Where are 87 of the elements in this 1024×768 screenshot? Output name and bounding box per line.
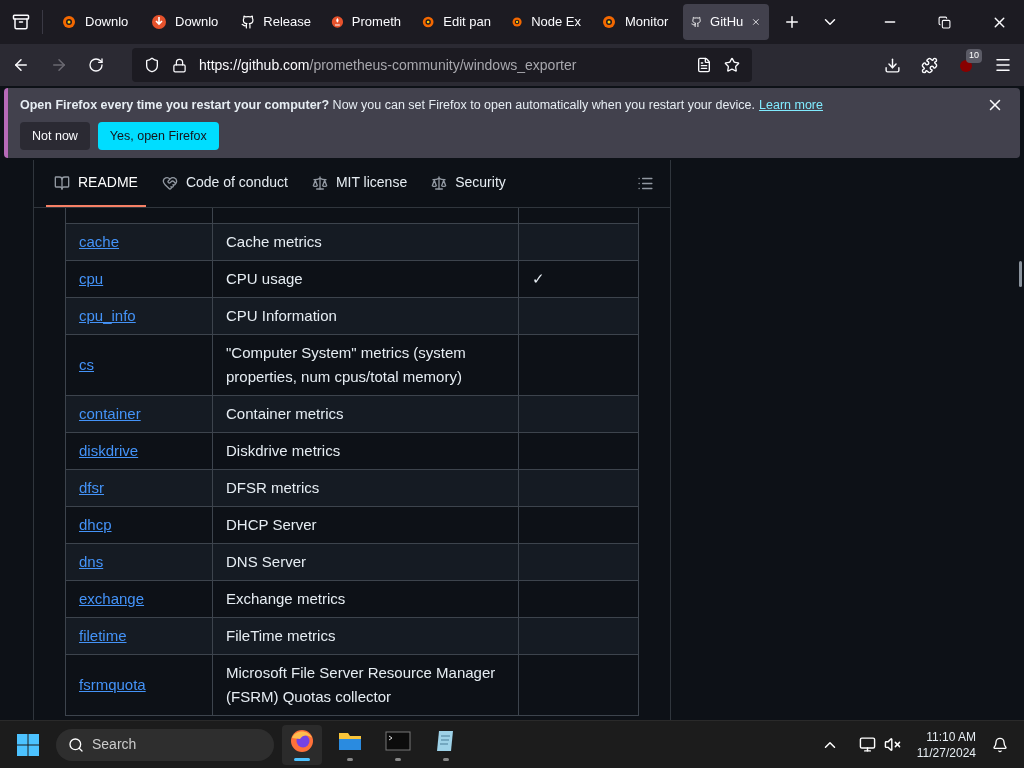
scale-icon (311, 174, 328, 191)
download-icon[interactable] (884, 56, 901, 74)
readme-tab[interactable]: Code of conduct (153, 160, 296, 207)
windows-logo-icon[interactable] (16, 732, 40, 757)
tab-list-icon[interactable] (12, 13, 30, 31)
star-icon[interactable] (724, 57, 740, 73)
collector-link[interactable]: cpu (79, 267, 104, 291)
readme-tab[interactable]: MIT license (303, 160, 416, 207)
browser-tab[interactable]: GitHu (683, 4, 769, 40)
readme-tab[interactable]: README (46, 160, 146, 207)
bell-icon[interactable] (992, 736, 1008, 753)
download-circle-icon (151, 14, 167, 30)
taskbar-app[interactable] (282, 724, 322, 765)
collector-link[interactable]: cpu_info (79, 304, 136, 328)
tab-title: Monitor (625, 13, 669, 32)
confirm-button[interactable]: Yes, open Firefox (97, 122, 219, 151)
table-cell-text: Microsoft File Server Resource Manager (FSRM) Quotas collector (226, 663, 497, 707)
dismiss-button[interactable]: Not now (20, 122, 90, 151)
table-cell-text: FileTime metrics (226, 626, 336, 646)
octocat-icon (241, 14, 256, 30)
readme-tab[interactable]: Security (423, 160, 514, 207)
table-cell-text: Container metrics (226, 404, 344, 424)
tab-title: Edit pan (443, 13, 491, 32)
address-field[interactable]: https://github.com/prometheus-community/windows_exporter (132, 48, 752, 82)
outline-icon[interactable] (637, 175, 654, 192)
forward-icon[interactable] (50, 56, 68, 74)
collector-link[interactable]: dhcp (79, 513, 112, 537)
sun-logo-icon (61, 14, 77, 30)
learn-more-link[interactable]: Learn more (759, 95, 823, 115)
flame-circle-icon (331, 14, 344, 30)
browser-tab[interactable]: Edit pan (413, 4, 499, 40)
table-cell-text: Exchange metrics (226, 589, 346, 609)
sun-logo-icon (601, 14, 617, 30)
collector-link[interactable]: diskdrive (79, 439, 139, 463)
browser-tab[interactable]: Release (233, 4, 319, 40)
extension-badge: 10 (966, 49, 982, 63)
scrollbar-thumb[interactable] (1019, 261, 1022, 287)
table-cell-text: DFSR metrics (226, 478, 320, 498)
tab-title: Downlo (175, 13, 219, 32)
scale-icon (431, 174, 448, 191)
tab-title: Release (263, 13, 311, 32)
reload-icon[interactable] (88, 57, 104, 73)
tab-title: Downlo (85, 13, 129, 32)
network-icon[interactable] (858, 736, 876, 753)
sun-logo-icon (421, 14, 436, 30)
collector-link[interactable]: cs (79, 353, 94, 377)
check-mark: ✓ (532, 269, 545, 289)
table-cell-text: CPU Information (226, 306, 337, 326)
menu-icon[interactable] (994, 56, 1012, 74)
tab-title: Node Ex (531, 13, 581, 32)
restore-icon[interactable] (938, 15, 951, 29)
browser-tab[interactable]: Downlo (143, 4, 229, 40)
muted-speaker-icon[interactable] (883, 736, 901, 753)
new-tab-icon[interactable] (783, 13, 801, 31)
collector-link[interactable]: container (79, 402, 141, 426)
collector-link[interactable]: fsrmquota (79, 673, 146, 697)
tab-title: GitHu (710, 13, 744, 32)
clock[interactable]: 11:10 AM 11/27/2024 (916, 728, 976, 761)
table-cell-text: CPU usage (226, 269, 303, 289)
collector-link[interactable]: dfsr (79, 476, 104, 500)
url-text: https://github.com/prometheus-community/windows_exporter (199, 55, 577, 75)
fox-globe-icon (289, 728, 315, 754)
octocat-icon (691, 14, 703, 30)
book-icon (54, 174, 70, 191)
reader-view-icon[interactable] (696, 57, 712, 73)
table-cell-text: Diskdrive metrics (226, 441, 341, 461)
table-cell-text: Cache metrics (226, 232, 322, 252)
browser-tab[interactable]: Monitor (593, 4, 679, 40)
table-cell-text: "Computer System" metrics (system properties, num cpus/total memory) (226, 343, 467, 387)
back-icon[interactable] (12, 56, 30, 74)
search-icon (68, 736, 84, 753)
tab-title: Prometh (351, 13, 401, 32)
shield-icon[interactable] (144, 57, 160, 73)
table-cell-text: DNS Server (226, 552, 307, 572)
browser-tab[interactable]: Prometh (323, 4, 409, 40)
puzzle-icon[interactable] (921, 56, 938, 74)
table-cell-text: DHCP Server (226, 515, 317, 535)
terminal-icon (385, 728, 411, 754)
collector-link[interactable]: exchange (79, 587, 145, 611)
collector-link[interactable]: cache (79, 230, 120, 254)
notification-message: Open Firefox every time you restart your computer? Now you can set Firefox to open automatically when you restart your device. (20, 96, 756, 114)
collector-link[interactable]: dns (79, 550, 104, 574)
browser-tab[interactable]: Node Ex (503, 4, 589, 40)
lock-icon[interactable] (172, 57, 187, 73)
browser-tab[interactable]: Downlo (53, 4, 139, 40)
taskbar-search[interactable]: Search (56, 728, 274, 761)
collector-link[interactable]: filetime (79, 624, 127, 648)
